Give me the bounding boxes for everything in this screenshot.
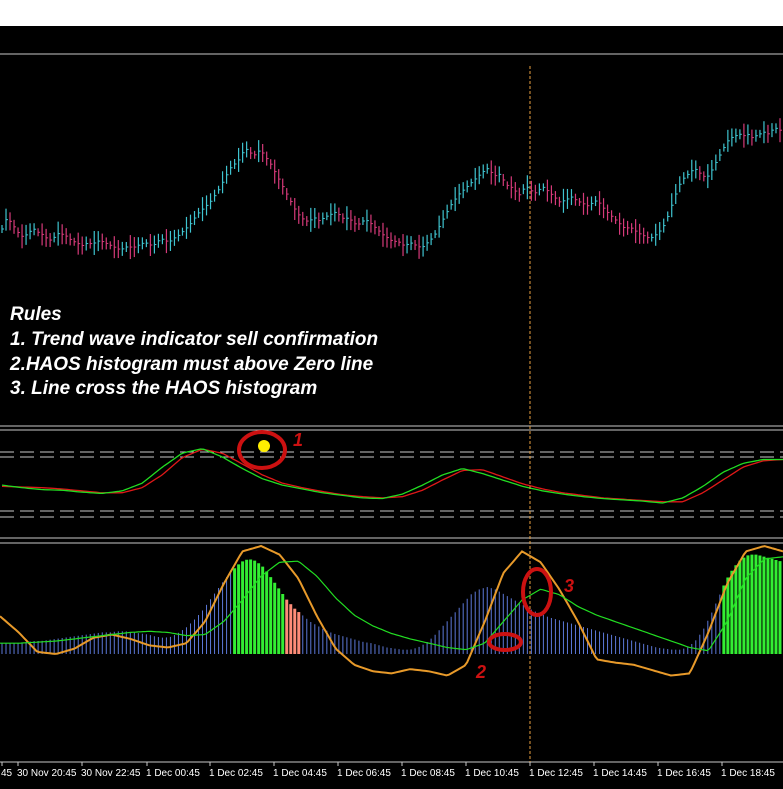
time-tick-label: 1 Dec 08:45 — [401, 768, 455, 779]
window-top-bar — [0, 0, 783, 26]
signal-dot — [258, 440, 270, 452]
time-tick-label: 1 Dec 16:45 — [657, 768, 711, 779]
time-tick-label: 1 Dec 12:45 — [529, 768, 583, 779]
time-tick-label: 1 Dec 02:45 — [209, 768, 263, 779]
rules-title: Rules — [10, 304, 62, 325]
time-tick-label: 1 Dec 14:45 — [593, 768, 647, 779]
time-tick-label: 1 Dec 10:45 — [465, 768, 519, 779]
time-tick-label: 45 — [1, 768, 13, 779]
marker-1-label: 1 — [293, 430, 303, 450]
time-tick-label: 1 Dec 00:45 — [146, 768, 200, 779]
time-tick-label: 1 Dec 18:45 — [721, 768, 775, 779]
time-tick-label: 1 Dec 06:45 — [337, 768, 391, 779]
price-chart[interactable]: 45 30 Nov 20:45 30 Nov 22:45 1 Dec 00:45 1 D… — [0, 26, 783, 789]
time-tick-label: 1 Dec 04:45 — [273, 768, 327, 779]
rule-line-2: 2.HAOS histogram must above Zero line — [9, 354, 374, 375]
rule-line-3: 3. Line cross the HAOS histogram — [10, 378, 317, 399]
rule-line-1: 1. Trend wave indicator sell confirmatio… — [10, 329, 378, 350]
time-tick-label: 30 Nov 20:45 — [17, 768, 77, 779]
marker-3-label: 3 — [564, 576, 574, 596]
marker-2-label: 2 — [475, 662, 486, 682]
time-tick-label: 30 Nov 22:45 — [81, 768, 141, 779]
